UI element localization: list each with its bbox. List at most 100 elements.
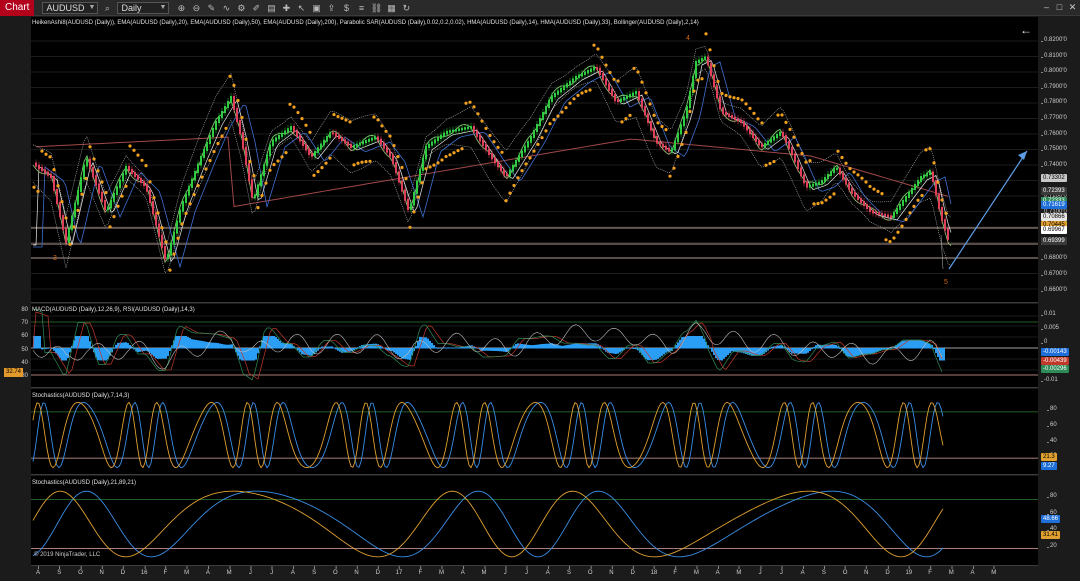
sar-dot xyxy=(292,105,296,109)
sar-dot xyxy=(248,159,252,164)
candle-body xyxy=(230,96,232,103)
macd-bar xyxy=(369,344,371,349)
stoch1-y-axis[interactable]: 8060402021.39.27 xyxy=(1038,389,1080,475)
price-panel[interactable]: HeikenAshi8(AUDUSD (Daily)), EMA(AUDUSD … xyxy=(31,17,1038,303)
crosshair-icon[interactable]: ✚ xyxy=(280,2,292,14)
interval-selector[interactable]: Daily ▼ xyxy=(117,1,170,14)
sar-dot xyxy=(620,120,624,124)
candle-body xyxy=(926,173,928,177)
macd-rsi-panel[interactable]: MACD(AUDUSD (Daily),12,26,9), RSI(AUDUSD… xyxy=(31,304,1038,388)
candle-body xyxy=(719,96,721,110)
macd-bar xyxy=(435,347,437,349)
candle-body xyxy=(923,174,925,178)
candle-body xyxy=(572,78,574,83)
candle-body xyxy=(476,130,478,137)
macd-bar xyxy=(113,348,115,349)
price-tick-label: 0.6800'0 xyxy=(1041,255,1067,262)
sar-dot xyxy=(916,198,920,202)
sar-dot xyxy=(520,169,524,173)
link-icon[interactable]: ⛓ xyxy=(370,2,382,14)
candle-body xyxy=(92,167,94,178)
price-y-axis[interactable]: 0.8200'0 0.8100'0 0.8000'0 0.7900'0 0.7800'0… xyxy=(1038,17,1080,303)
candle-body xyxy=(227,101,229,108)
candle-body xyxy=(506,173,508,177)
macd-bar xyxy=(501,348,503,352)
candle-body xyxy=(752,132,754,138)
candle-body xyxy=(392,154,394,165)
sar-dot xyxy=(944,211,948,215)
search-icon[interactable]: ⌕ xyxy=(101,2,113,14)
drawing-tools-icon[interactable]: ✐ xyxy=(250,2,262,14)
sar-dot xyxy=(432,163,436,167)
sar-dot xyxy=(220,134,224,138)
snapshot-icon[interactable]: ▣ xyxy=(310,2,322,14)
chart-tab[interactable]: Chart xyxy=(0,0,35,16)
candle-body xyxy=(152,201,154,215)
sar-dot xyxy=(484,126,488,130)
price-tick-label: 0.8100'0 xyxy=(1041,52,1067,59)
candle-body xyxy=(302,139,304,146)
macd-bar xyxy=(191,339,193,349)
indicators-icon[interactable]: ∿ xyxy=(220,2,232,14)
sar-dot xyxy=(44,152,48,156)
macd-bar xyxy=(711,348,713,352)
time-axis[interactable]: A S O N D 16 F M A M J J A S O N D 17 F M A M J J A S O N D 18 F M A M J J A… xyxy=(31,566,1080,581)
strategies-icon[interactable]: ⚙ xyxy=(235,2,247,14)
sar-dot xyxy=(360,160,364,164)
time-axis-label: J xyxy=(270,566,274,576)
stochastics-fast-panel[interactable]: Stochastics(AUDUSD (Daily),7,14,3) xyxy=(31,389,1038,475)
share-icon[interactable]: ⇪ xyxy=(325,2,337,14)
zoom-in-icon[interactable]: ⊕ xyxy=(175,2,187,14)
candle-body xyxy=(410,203,412,210)
data-box-icon[interactable]: ▤ xyxy=(265,2,277,14)
sar-dot xyxy=(652,113,656,117)
back-arrow-icon[interactable]: ← xyxy=(1020,23,1032,37)
candle-body xyxy=(248,163,250,182)
candle-body xyxy=(290,126,292,131)
minimize-icon[interactable]: – xyxy=(1041,2,1052,13)
macd-rsi-plot xyxy=(31,308,1038,381)
candle-body xyxy=(815,182,817,186)
macd-bar xyxy=(55,348,57,354)
sar-dot xyxy=(184,211,188,216)
sar-dot xyxy=(148,180,152,184)
close-icon[interactable]: ✕ xyxy=(1067,2,1078,13)
sar-dot xyxy=(328,156,332,160)
sar-dot xyxy=(816,201,820,206)
sar-dot xyxy=(696,78,700,82)
trade-icon[interactable]: $ xyxy=(340,2,352,14)
rsi-tick-label: 80 xyxy=(21,307,28,313)
candle-body xyxy=(494,157,496,164)
instrument-label: AUDUSD xyxy=(46,2,85,13)
candle-body xyxy=(905,196,907,202)
candle-body xyxy=(575,76,577,81)
macd-bar xyxy=(503,348,505,352)
macd-bar xyxy=(493,348,495,351)
time-axis-label: 17 xyxy=(395,566,403,576)
sar-dot xyxy=(464,101,468,105)
macd-bar xyxy=(589,343,591,349)
candle-body xyxy=(881,213,883,216)
pointer-icon[interactable]: ↖ xyxy=(295,2,307,14)
instrument-selector[interactable]: AUDUSD ▼ xyxy=(42,1,99,14)
stochastics-slow-panel[interactable]: Stochastics(AUDUSD (Daily),21,89,21) © 2… xyxy=(31,476,1038,566)
zoom-out-icon[interactable]: ⊖ xyxy=(190,2,202,14)
template-icon[interactable]: ▦ xyxy=(385,2,397,14)
macd-bar xyxy=(513,345,515,349)
candle-body xyxy=(737,118,739,122)
candle-body xyxy=(920,176,922,182)
properties-icon[interactable]: ✎ xyxy=(205,2,217,14)
stoch2-left-axis xyxy=(0,476,31,566)
sar-dot xyxy=(160,226,164,230)
maximize-icon[interactable]: □ xyxy=(1054,2,1065,13)
sar-dot xyxy=(932,161,936,165)
refresh-icon[interactable]: ↻ xyxy=(400,2,412,14)
macd-bar xyxy=(89,341,91,349)
macd-bar xyxy=(271,336,273,349)
candle-body xyxy=(713,74,715,88)
macd-bar xyxy=(445,347,447,349)
order-icon[interactable]: ≡ xyxy=(355,2,367,14)
candle-body xyxy=(167,253,169,260)
macd-y-axis[interactable]: 0.010.0050-0.005-0.01-0.00143-0.00439-0.… xyxy=(1038,304,1080,388)
stoch2-y-axis[interactable]: 80 60 40 20 48.66 31.41 xyxy=(1038,476,1080,566)
